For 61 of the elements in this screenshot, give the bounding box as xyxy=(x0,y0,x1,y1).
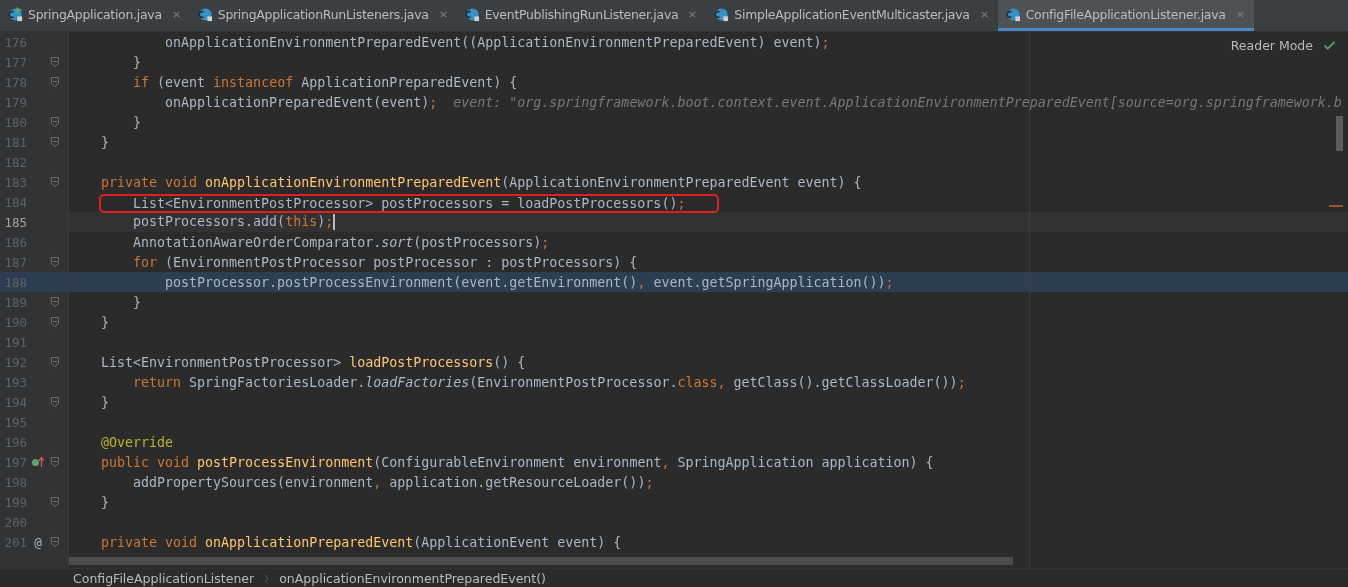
code-line: postProcessor.postProcessEnvironment(event.getEnvironment(), event.getSpringApplication()); xyxy=(164,273,895,292)
scrollbar-thumb[interactable] xyxy=(1336,116,1343,151)
reader-mode-link[interactable]: Reader Mode xyxy=(1230,38,1313,53)
code-line: @Override xyxy=(100,433,175,452)
text-cursor xyxy=(333,214,336,230)
class-file-icon xyxy=(714,6,730,22)
fold-icon[interactable] xyxy=(50,316,60,328)
fold-icon[interactable] xyxy=(50,456,60,468)
file-tab[interactable]: SpringApplicationRunListeners.java xyxy=(189,0,457,31)
code-line: for (EnvironmentPostProcessor postProcessor : postProcessors) { xyxy=(132,253,639,272)
check-icon xyxy=(1323,40,1336,51)
line-number: 185 xyxy=(3,214,27,230)
fold-icon[interactable] xyxy=(50,296,60,308)
code-line: } xyxy=(100,493,110,512)
close-icon[interactable] xyxy=(688,9,698,19)
breadcrumb-item[interactable]: onApplicationEnvironmentPreparedEvent() xyxy=(279,570,546,586)
code-line: List<EnvironmentPostProcessor> loadPostProcessors() { xyxy=(100,353,527,372)
fold-icon[interactable] xyxy=(50,536,60,548)
class-file-icon xyxy=(197,6,213,22)
code-line: onApplicationPreparedEvent(event); event: "org.springframework.boot.context.event.ApplicationEnvironmentPreparedEvent[source=org.springframework.b xyxy=(164,93,1343,112)
fold-icon[interactable] xyxy=(50,176,60,188)
code-line: } xyxy=(132,113,143,132)
close-icon[interactable] xyxy=(979,9,989,19)
code-line: private void onApplicationEnvironmentPreparedEvent(ApplicationEnvironmentPreparedEvent event) { xyxy=(100,173,863,192)
file-tab[interactable]: ConfigFileApplicationListener.java xyxy=(997,0,1254,31)
breadcrumb-item[interactable]: ConfigFileApplicationListener xyxy=(73,570,255,586)
close-icon[interactable] xyxy=(171,9,181,19)
code-line: private void onApplicationPreparedEvent(ApplicationEvent event) { xyxy=(100,533,623,552)
code-line: return SpringFactoriesLoader.loadFactories(EnvironmentPostProcessor.class, getClass().getClassLoader()); xyxy=(132,373,967,392)
class-file-icon xyxy=(1005,6,1021,22)
override-icon[interactable] xyxy=(31,456,45,468)
class-file-icon xyxy=(464,6,480,22)
code-line: postProcessors.add(this); xyxy=(132,213,337,232)
fold-icon[interactable] xyxy=(50,396,60,408)
fold-icon[interactable] xyxy=(50,356,60,368)
code-line: List<EnvironmentPostProcessor> postProcessors = loadPostProcessors(); xyxy=(99,193,720,213)
class-file-icon xyxy=(8,6,23,22)
code-line: } xyxy=(132,53,143,72)
fold-icon[interactable] xyxy=(50,256,60,268)
code-line: } xyxy=(132,293,143,312)
code-line: } xyxy=(100,313,110,332)
fold-icon[interactable] xyxy=(50,76,60,88)
implementation-marker[interactable]: @ xyxy=(34,534,42,550)
file-tab[interactable]: EventPublishingRunListener.java xyxy=(456,0,707,31)
fold-icon[interactable] xyxy=(50,56,60,68)
chevron-icon xyxy=(264,573,270,583)
code-line: } xyxy=(100,393,110,412)
code-line: if (event instanceof ApplicationPreparedEvent) { xyxy=(132,73,519,92)
fold-icon[interactable] xyxy=(50,136,60,148)
code-line: AnnotationAwareOrderComparator.sort(postProcessors); xyxy=(132,233,551,252)
code-line: public void postProcessEnvironment(ConfigurableEnvironment environment, SpringApplication application) { xyxy=(100,453,935,472)
fold-icon[interactable] xyxy=(50,496,60,508)
file-tab[interactable]: SpringApplication.java xyxy=(0,0,190,31)
file-tab[interactable]: SimpleApplicationEventMulticaster.java xyxy=(706,0,998,31)
fold-icon[interactable] xyxy=(50,116,60,128)
code-line: addPropertySources(environment, application.getResourceLoader()); xyxy=(132,473,655,492)
code-line: onApplicationEnvironmentPreparedEvent((ApplicationEnvironmentPreparedEvent) event); xyxy=(164,33,831,52)
close-icon[interactable] xyxy=(438,9,448,19)
close-icon[interactable] xyxy=(1235,9,1245,19)
code-line: } xyxy=(100,133,110,152)
horizontal-scrollbar[interactable] xyxy=(69,557,1013,565)
